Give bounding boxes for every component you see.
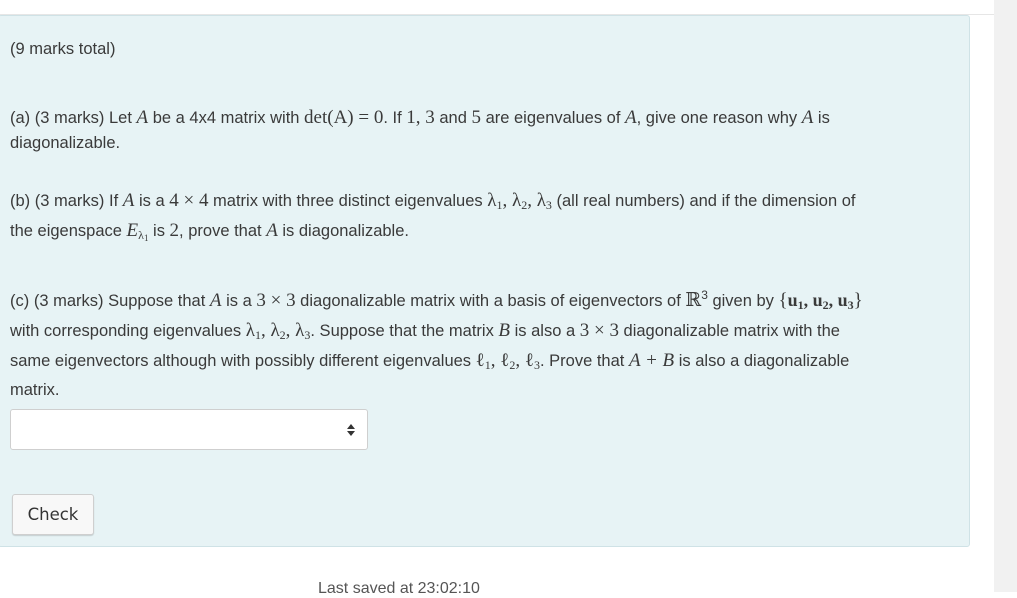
part-c-text: (c) (3 marks) Suppose that A is a 3 × 3 … (10, 288, 863, 399)
question-panel (0, 15, 970, 547)
check-button[interactable]: Check (12, 494, 94, 535)
marks-total: (9 marks total) (10, 40, 116, 58)
select-updown-icon (347, 424, 355, 436)
answer-select[interactable] (10, 409, 368, 450)
part-b-text: (b) (3 marks) If A is a 4 × 4 matrix wit… (10, 190, 856, 243)
page-scrollbar-track[interactable] (994, 0, 1017, 592)
last-saved-status: Last saved at 23:02:10 (318, 580, 480, 597)
part-a-text: (a) (3 marks) Let A be a 4x4 matrix with… (10, 107, 830, 152)
